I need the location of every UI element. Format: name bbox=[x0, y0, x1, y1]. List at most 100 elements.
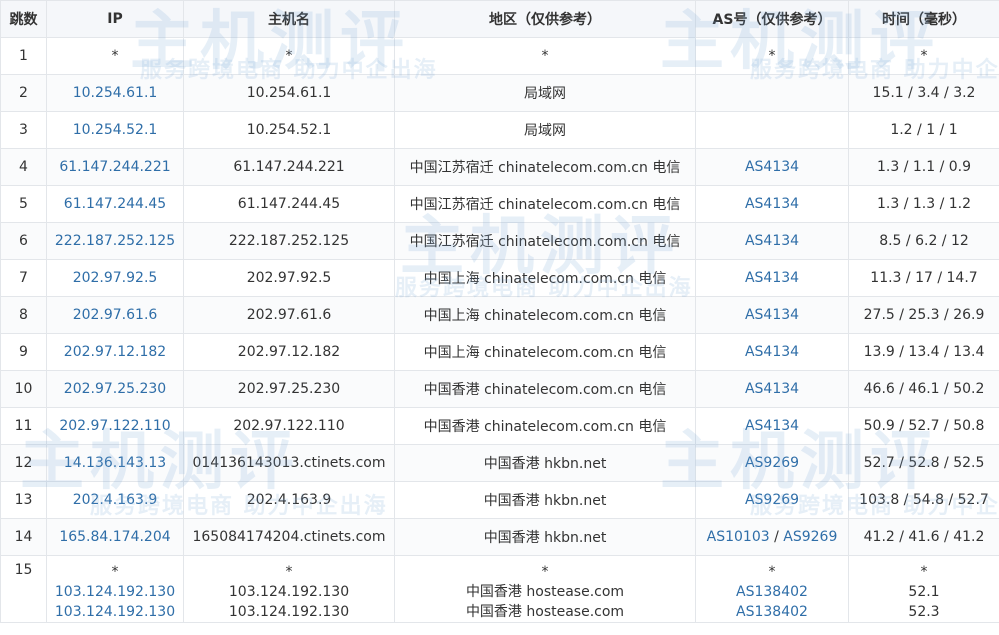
table-header: 跳数 IP 主机名 地区（仅供参考） AS号（仅供参考） 时间（毫秒） bbox=[0, 0, 999, 38]
as-link[interactable]: AS4134 bbox=[745, 307, 799, 323]
hop-cell: 15 bbox=[0, 555, 47, 623]
table-row: 9 202.97.12.182 202.97.12.182 中国上海 chinatel… bbox=[0, 333, 999, 371]
as-link[interactable]: AS4134 bbox=[745, 381, 799, 397]
hostname-cell: 10.254.52.1 bbox=[183, 111, 395, 149]
hop-cell: 1 bbox=[0, 37, 47, 75]
table-row: 7 202.97.92.5 202.97.92.5 中国上海 chinatelecom… bbox=[0, 259, 999, 297]
hostname-cell: 222.187.252.125 bbox=[183, 222, 395, 260]
time-cell: 27.5 / 25.3 / 26.9 bbox=[848, 296, 999, 334]
ip-cell: 222.187.252.125 bbox=[46, 222, 184, 260]
time-star: * bbox=[920, 564, 928, 580]
as-link[interactable]: AS4134 bbox=[745, 196, 799, 212]
ip-link[interactable]: 10.254.61.1 bbox=[73, 85, 158, 101]
table-row: 4 61.147.244.221 61.147.244.221 中国江苏宿迁 chin… bbox=[0, 148, 999, 186]
ip-link[interactable]: 165.84.174.204 bbox=[59, 529, 170, 545]
ip-cell: * 103.124.192.130 103.124.192.130 bbox=[46, 555, 184, 623]
time-cell: 1.3 / 1.3 / 1.2 bbox=[848, 185, 999, 223]
as-link[interactable]: AS4134 bbox=[745, 159, 799, 175]
as-link[interactable]: AS4134 bbox=[745, 233, 799, 249]
ip-link[interactable]: 202.97.122.110 bbox=[59, 418, 170, 434]
as-link[interactable]: AS4134 bbox=[745, 418, 799, 434]
ip-cell: 61.147.244.45 bbox=[46, 185, 184, 223]
as-cell: * AS138402 AS138402 bbox=[695, 555, 849, 623]
ip-link[interactable]: 202.97.25.230 bbox=[64, 381, 166, 397]
ip-link[interactable]: 61.147.244.221 bbox=[59, 159, 170, 175]
ip-link[interactable]: 222.187.252.125 bbox=[55, 233, 175, 249]
time-cell: 15.1 / 3.4 / 3.2 bbox=[848, 74, 999, 112]
time-cell: 52.7 / 52.8 / 52.5 bbox=[848, 444, 999, 482]
as-link[interactable]: AS4134 bbox=[745, 344, 799, 360]
as-cell: AS4134 bbox=[695, 185, 849, 223]
header-region: 地区（仅供参考） bbox=[394, 0, 696, 38]
time-cell: 46.6 / 46.1 / 50.2 bbox=[848, 370, 999, 408]
hostname-cell: * 103.124.192.130 103.124.192.130 bbox=[183, 555, 395, 623]
time-cell: 8.5 / 6.2 / 12 bbox=[848, 222, 999, 260]
ip-link[interactable]: 10.254.52.1 bbox=[73, 122, 158, 138]
time-cell: 11.3 / 17 / 14.7 bbox=[848, 259, 999, 297]
time-text: 52.3 bbox=[908, 604, 940, 620]
hop-cell: 14 bbox=[0, 518, 47, 556]
as-link[interactable]: AS10103 bbox=[707, 529, 770, 545]
ip-link[interactable]: 61.147.244.45 bbox=[64, 196, 166, 212]
time-cell: 41.2 / 41.6 / 41.2 bbox=[848, 518, 999, 556]
ip-cell: 202.4.163.9 bbox=[46, 481, 184, 519]
ip-link[interactable]: 202.4.163.9 bbox=[73, 492, 158, 508]
as-link[interactable]: AS138402 bbox=[697, 582, 848, 602]
ip-link[interactable]: 202.97.12.182 bbox=[64, 344, 166, 360]
hop-cell: 11 bbox=[0, 407, 47, 445]
ip-cell: 202.97.92.5 bbox=[46, 259, 184, 297]
ip-link[interactable]: 14.136.143.13 bbox=[64, 455, 166, 471]
hostname-star: * bbox=[285, 564, 293, 580]
time-cell: 13.9 / 13.4 / 13.4 bbox=[848, 333, 999, 371]
ip-link[interactable]: 103.124.192.130 bbox=[48, 602, 183, 622]
table-row: 10 202.97.25.230 202.97.25.230 中国香港 chinate… bbox=[0, 370, 999, 408]
table-row: 13 202.4.163.9 202.4.163.9 中国香港 hkbn.net AS9… bbox=[0, 481, 999, 519]
as-link[interactable]: AS9269 bbox=[783, 529, 837, 545]
table-row: 14 165.84.174.204 165084174204.ctinets.com… bbox=[0, 518, 999, 556]
as-cell: AS4134 bbox=[695, 148, 849, 186]
as-cell: AS9269 bbox=[695, 481, 849, 519]
region-text: 中国香港 hostease.com bbox=[465, 604, 625, 620]
table-row: 5 61.147.244.45 61.147.244.45 中国江苏宿迁 chinat… bbox=[0, 185, 999, 223]
header-hop: 跳数 bbox=[0, 0, 47, 38]
region-cell: 中国江苏宿迁 chinatelecom.com.cn 电信 bbox=[394, 148, 696, 186]
ip-cell: 202.97.12.182 bbox=[46, 333, 184, 371]
as-link[interactable]: AS138402 bbox=[697, 602, 848, 622]
table-row: 3 10.254.52.1 10.254.52.1 局域网 1.2 / 1 / 1 bbox=[0, 111, 999, 149]
ip-cell: 202.97.122.110 bbox=[46, 407, 184, 445]
ip-link[interactable]: 103.124.192.130 bbox=[48, 582, 183, 602]
time-cell: 1.3 / 1.1 / 0.9 bbox=[848, 148, 999, 186]
as-link[interactable]: AS9269 bbox=[745, 455, 799, 471]
table-row: 6 222.187.252.125 222.187.252.125 中国江苏宿迁 ch… bbox=[0, 222, 999, 260]
region-cell: 中国香港 chinatelecom.com.cn 电信 bbox=[394, 370, 696, 408]
ip-cell: 202.97.25.230 bbox=[46, 370, 184, 408]
time-cell: 103.8 / 54.8 / 52.7 bbox=[848, 481, 999, 519]
as-link[interactable]: AS9269 bbox=[745, 492, 799, 508]
table-body: 1 * * * * * 2 10.254.61.1 10.254.61.1 局域网 15.1 / 3… bbox=[0, 37, 999, 623]
region-cell: 局域网 bbox=[394, 111, 696, 149]
ip-link[interactable]: 202.97.61.6 bbox=[73, 307, 158, 323]
as-cell: * bbox=[695, 37, 849, 75]
ip-cell: 14.136.143.13 bbox=[46, 444, 184, 482]
time-cell: * 52.1 52.3 bbox=[848, 555, 999, 623]
time-text: 52.1 bbox=[908, 584, 940, 600]
as-cell bbox=[695, 111, 849, 149]
hostname-cell: 202.97.61.6 bbox=[183, 296, 395, 334]
hostname-text: 103.124.192.130 bbox=[228, 604, 350, 620]
as-cell: AS4134 bbox=[695, 407, 849, 445]
hop-cell: 2 bbox=[0, 74, 47, 112]
ip-link[interactable]: 202.97.92.5 bbox=[73, 270, 158, 286]
header-time: 时间（毫秒） bbox=[848, 0, 999, 38]
table-row: 8 202.97.61.6 202.97.61.6 中国上海 chinatelecom… bbox=[0, 296, 999, 334]
region-star: * bbox=[541, 564, 549, 580]
as-cell bbox=[695, 74, 849, 112]
region-cell: 中国江苏宿迁 chinatelecom.com.cn 电信 bbox=[394, 185, 696, 223]
hostname-cell: 202.97.12.182 bbox=[183, 333, 395, 371]
hop-cell: 8 bbox=[0, 296, 47, 334]
as-link[interactable]: AS4134 bbox=[745, 270, 799, 286]
region-cell: 中国香港 hkbn.net bbox=[394, 518, 696, 556]
region-cell: 局域网 bbox=[394, 74, 696, 112]
hostname-cell: * bbox=[183, 37, 395, 75]
as-star: * bbox=[768, 564, 776, 580]
hop-cell: 7 bbox=[0, 259, 47, 297]
